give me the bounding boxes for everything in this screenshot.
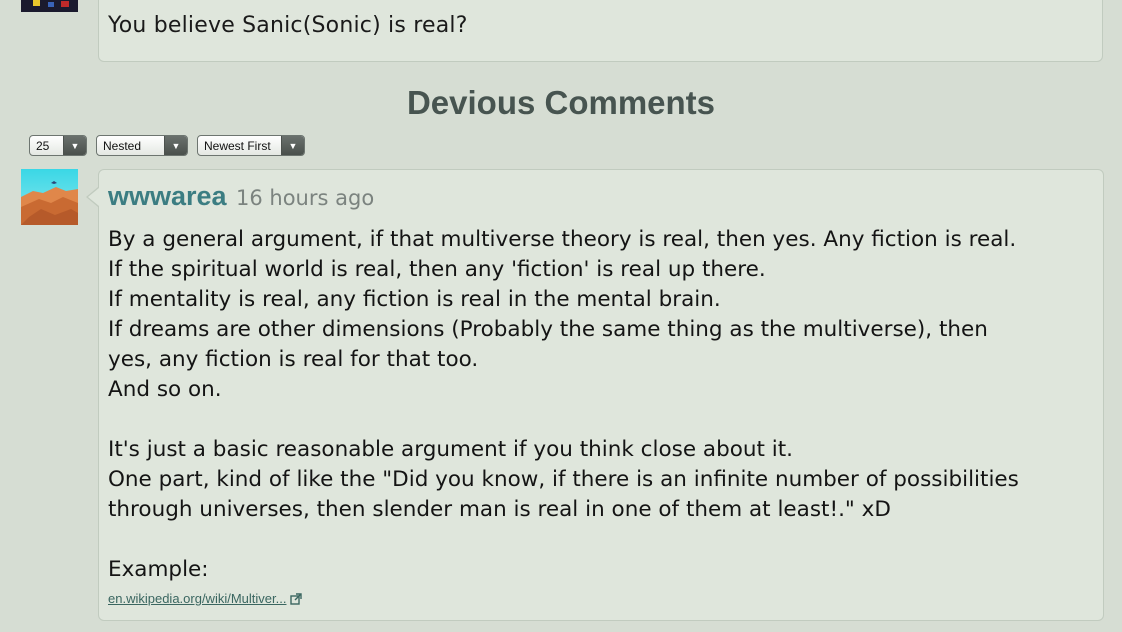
view-mode-value: Nested xyxy=(103,138,142,153)
comment-line: By a general argument, if that multivers… xyxy=(108,227,1017,252)
comment-body: By a general argument, if that multivers… xyxy=(108,225,1098,585)
dropdown-arrow-icon: ▼ xyxy=(63,136,86,155)
wikipedia-link-text: en.wikipedia.org/wiki/Multiver... xyxy=(108,591,287,606)
comment-line: And so on. xyxy=(108,377,222,402)
commenter-avatar[interactable] xyxy=(21,169,78,225)
previous-comment-text: You believe Sanic(Sonic) is real? xyxy=(108,13,468,38)
comment-line: If mentality is real, any fiction is rea… xyxy=(108,287,721,312)
sort-order-select[interactable]: Newest First ▼ xyxy=(197,135,305,156)
comment-line xyxy=(108,405,1098,435)
comment-timestamp: 16 hours ago xyxy=(236,186,375,210)
external-link-icon xyxy=(290,592,303,605)
comment-username-link[interactable]: wwwarea xyxy=(108,181,227,212)
previous-comment-avatar[interactable] xyxy=(21,0,78,12)
comment-line: through universes, then slender man is r… xyxy=(108,497,891,522)
comment-line: If the spiritual world is real, then any… xyxy=(108,257,766,282)
per-page-value: 25 xyxy=(36,138,50,153)
sort-order-value: Newest First xyxy=(204,138,271,153)
comment-line: It's just a basic reasonable argument if… xyxy=(108,437,793,462)
comments-section-title: Devious Comments xyxy=(406,84,716,121)
comment-line: Example: xyxy=(108,557,209,582)
comment-line: yes, any fiction is real for that too. xyxy=(108,347,479,372)
dropdown-arrow-icon: ▼ xyxy=(281,136,304,155)
comment-line: If dreams are other dimensions (Probably… xyxy=(108,317,988,342)
dropdown-arrow-icon: ▼ xyxy=(164,136,187,155)
wikipedia-link[interactable]: en.wikipedia.org/wiki/Multiver... xyxy=(108,591,303,606)
view-mode-select[interactable]: Nested ▼ xyxy=(96,135,188,156)
comment-line: One part, kind of like the "Did you know… xyxy=(108,467,1019,492)
per-page-select[interactable]: 25 ▼ xyxy=(29,135,87,156)
comment-controls: 25 ▼ Nested ▼ Newest First ▼ xyxy=(29,135,314,156)
comment-line xyxy=(108,525,1098,555)
